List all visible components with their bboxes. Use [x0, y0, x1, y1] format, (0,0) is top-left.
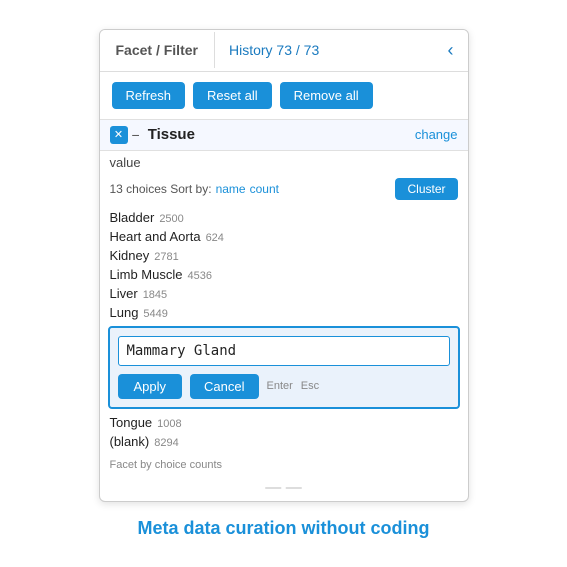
facet-minus-icon[interactable]: −: [132, 127, 140, 143]
choices-count-label: 13 choices Sort by:: [110, 182, 212, 196]
mammary-gland-input[interactable]: [118, 336, 450, 366]
edit-overlay: Apply Cancel Enter Esc: [108, 326, 460, 409]
choice-count: 2500: [159, 213, 183, 225]
panel-header: Facet / Filter History 73 / 73 ‹: [100, 30, 468, 72]
panel: Facet / Filter History 73 / 73 ‹ Refresh…: [99, 29, 469, 502]
choice-name: Heart and Aorta: [110, 229, 201, 244]
choice-list-bottom: Tongue 1008 (blank) 8294: [100, 413, 468, 455]
history-label: History 73 / 73: [229, 42, 319, 58]
main-container: Facet / Filter History 73 / 73 ‹ Refresh…: [0, 29, 567, 539]
sort-by-name-link[interactable]: name: [216, 182, 246, 196]
choice-name: Tongue: [110, 415, 153, 430]
facet-footer: Facet by choice counts: [100, 455, 468, 479]
page-tagline: Meta data curation without coding: [138, 518, 430, 539]
remove-all-button[interactable]: Remove all: [280, 82, 373, 109]
choice-count: 2781: [154, 251, 178, 263]
scroll-indicator: ― ―: [100, 479, 468, 501]
edit-actions: Apply Cancel Enter Esc: [118, 374, 450, 399]
choice-item-limb-muscle[interactable]: Limb Muscle 4536: [110, 265, 458, 284]
facet-section: ✕ − Tissue change value 13 choices Sort …: [100, 119, 468, 501]
choice-item-bladder[interactable]: Bladder 2500: [110, 208, 458, 227]
cancel-hint: Esc: [301, 380, 319, 392]
choice-name: Limb Muscle: [110, 267, 183, 282]
choice-name: Liver: [110, 286, 138, 301]
cluster-button[interactable]: Cluster: [395, 178, 457, 200]
choice-name: (blank): [110, 434, 150, 449]
choice-count: 8294: [154, 437, 178, 449]
toolbar: Refresh Reset all Remove all: [100, 72, 468, 119]
refresh-button[interactable]: Refresh: [112, 82, 186, 109]
sort-by-count-link[interactable]: count: [250, 182, 279, 196]
choice-item-heart[interactable]: Heart and Aorta 624: [110, 227, 458, 246]
footer-text: Facet by choice counts: [110, 459, 458, 471]
value-row: value: [100, 151, 468, 174]
choice-item-kidney[interactable]: Kidney 2781: [110, 246, 458, 265]
choice-name: Kidney: [110, 248, 150, 263]
choice-count: 624: [206, 232, 224, 244]
sort-row: 13 choices Sort by: name count Cluster: [100, 174, 468, 206]
change-link[interactable]: change: [415, 127, 458, 142]
choice-count: 1845: [143, 289, 167, 301]
facet-title-row: ✕ − Tissue change: [100, 120, 468, 151]
choice-count: 4536: [187, 270, 211, 282]
cancel-button[interactable]: Cancel: [190, 374, 258, 399]
apply-button[interactable]: Apply: [118, 374, 183, 399]
choice-name: Lung: [110, 305, 139, 320]
choice-count: 1008: [157, 418, 181, 430]
facet-title: Tissue: [148, 126, 415, 143]
choice-item-liver[interactable]: Liver 1845: [110, 284, 458, 303]
tab-facet[interactable]: Facet / Filter: [100, 32, 215, 68]
choice-name: Bladder: [110, 210, 155, 225]
choice-item-tongue[interactable]: Tongue 1008: [110, 413, 458, 432]
chevron-icon[interactable]: ‹: [448, 40, 454, 61]
facet-x-button[interactable]: ✕: [110, 126, 128, 144]
choice-item-blank[interactable]: (blank) 8294: [110, 432, 458, 451]
reset-all-button[interactable]: Reset all: [193, 82, 272, 109]
choice-item-lung[interactable]: Lung 5449: [110, 303, 458, 322]
choice-count: 5449: [143, 308, 167, 320]
tab-history[interactable]: History 73 / 73 ‹: [215, 30, 468, 71]
choice-list-top: Bladder 2500 Heart and Aorta 624 Kidney …: [100, 206, 468, 322]
apply-hint: Enter: [267, 380, 293, 392]
